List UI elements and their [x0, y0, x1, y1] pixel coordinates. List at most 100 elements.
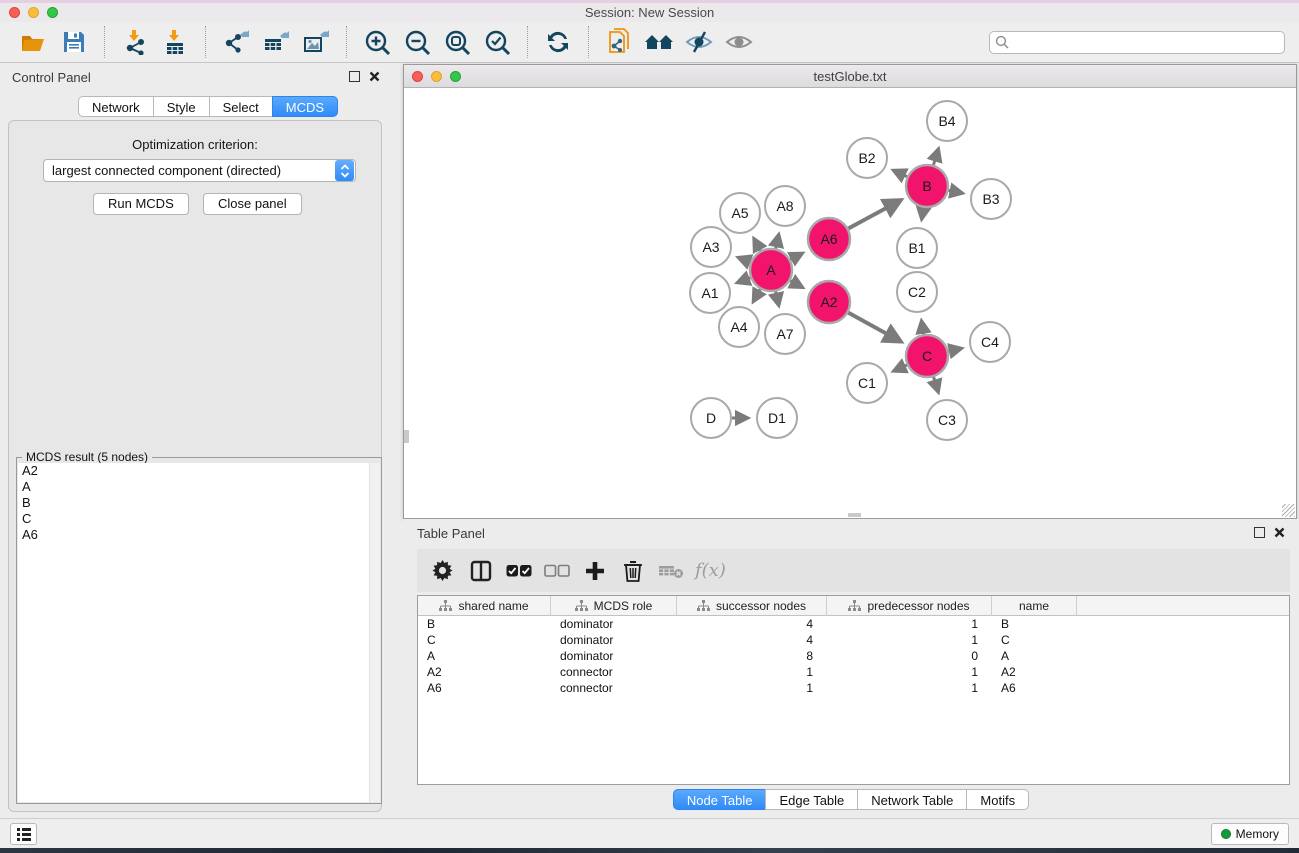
edge-A-A4[interactable] — [753, 289, 760, 302]
node-C2[interactable]: C2 — [897, 272, 937, 312]
result-item[interactable]: C — [18, 511, 370, 527]
show-columns-button[interactable] — [465, 554, 496, 588]
node-A[interactable]: A — [750, 249, 792, 291]
close-window-button[interactable] — [9, 7, 20, 18]
edge-C-C2[interactable] — [921, 321, 923, 335]
edge-B-B1[interactable] — [922, 208, 924, 220]
show-details-button[interactable] — [719, 25, 759, 59]
mcds-result-list[interactable]: A2ABCA6 — [18, 463, 370, 802]
minimize-window-button[interactable] — [28, 7, 39, 18]
edge-C-C1[interactable] — [893, 365, 906, 371]
export-network-button[interactable] — [216, 25, 256, 59]
node-A8[interactable]: A8 — [765, 186, 805, 226]
node-B2[interactable]: B2 — [847, 138, 887, 178]
zoom-selected-button[interactable] — [477, 25, 517, 59]
edge-A6-B[interactable] — [848, 200, 900, 228]
edge-B-B2[interactable] — [893, 170, 907, 176]
delete-column-button[interactable] — [617, 554, 648, 588]
node-C4[interactable]: C4 — [970, 322, 1010, 362]
close-panel-button[interactable]: Close panel — [203, 193, 302, 215]
result-list-scrollbar[interactable] — [369, 463, 380, 802]
network-window-titlebar[interactable]: testGlobe.txt — [404, 65, 1296, 88]
column-header-predecessor-nodes[interactable]: predecessor nodes — [827, 596, 992, 616]
zoom-network-button[interactable] — [450, 71, 461, 82]
memory-button[interactable]: Memory — [1211, 823, 1289, 845]
edge-A-A3[interactable] — [738, 257, 750, 262]
tab-select[interactable]: Select — [209, 96, 272, 117]
export-image-button[interactable] — [296, 25, 336, 59]
tab-node-table[interactable]: Node Table — [673, 789, 766, 810]
tab-network-table[interactable]: Network Table — [857, 789, 966, 810]
open-session-button[interactable] — [14, 25, 54, 59]
node-B4[interactable]: B4 — [927, 101, 967, 141]
search-input[interactable] — [989, 31, 1285, 54]
tab-edge-table[interactable]: Edge Table — [765, 789, 857, 810]
result-item[interactable]: A2 — [18, 463, 370, 479]
node-A6[interactable]: A6 — [808, 218, 850, 260]
apply-layout-button[interactable] — [538, 25, 578, 59]
show-all-button[interactable] — [639, 25, 679, 59]
node-C[interactable]: C — [906, 335, 948, 377]
edge-A-A1[interactable] — [737, 278, 750, 283]
save-session-button[interactable] — [54, 25, 94, 59]
result-item[interactable]: B — [18, 495, 370, 511]
function-builder-button[interactable]: f(x) — [693, 560, 726, 581]
node-B[interactable]: B — [906, 165, 948, 207]
close-panel-icon[interactable] — [369, 71, 380, 82]
import-network-button[interactable] — [115, 25, 155, 59]
minimize-network-button[interactable] — [431, 71, 442, 82]
result-item[interactable]: A — [18, 479, 370, 495]
select-all-button[interactable] — [503, 554, 534, 588]
column-header-successor-nodes[interactable]: successor nodes — [677, 596, 827, 616]
node-D[interactable]: D — [691, 398, 731, 438]
edge-C-C4[interactable] — [948, 348, 961, 351]
table-row[interactable]: A2connector11A2 — [418, 664, 1289, 680]
network-vertical-scrollbar[interactable] — [404, 430, 409, 443]
task-history-button[interactable] — [10, 823, 37, 845]
new-network-button[interactable] — [599, 25, 639, 59]
column-header-MCDS-role[interactable]: MCDS role — [551, 596, 677, 616]
edge-C-C3[interactable] — [934, 377, 939, 392]
node-A1[interactable]: A1 — [690, 273, 730, 313]
table-settings-button[interactable] — [427, 554, 458, 588]
result-item[interactable]: A6 — [18, 527, 370, 543]
node-D1[interactable]: D1 — [757, 398, 797, 438]
node-B1[interactable]: B1 — [897, 228, 937, 268]
import-table-button[interactable] — [155, 25, 195, 59]
column-header-name[interactable]: name — [992, 596, 1077, 616]
tab-network[interactable]: Network — [78, 96, 153, 117]
criterion-select[interactable]: largest connected component (directed) — [43, 159, 356, 182]
edge-B-B4[interactable] — [933, 149, 938, 165]
table-row[interactable]: Cdominator41C — [418, 632, 1289, 648]
node-A2[interactable]: A2 — [808, 281, 850, 323]
edge-A-A6[interactable] — [790, 253, 802, 259]
node-A5[interactable]: A5 — [720, 193, 760, 233]
network-horizontal-scrollbar[interactable] — [848, 513, 861, 517]
edge-A-A2[interactable] — [790, 281, 802, 288]
float-panel-icon[interactable] — [349, 71, 360, 82]
node-A7[interactable]: A7 — [765, 314, 805, 354]
table-row[interactable]: Bdominator41B — [418, 616, 1289, 632]
column-header-shared-name[interactable]: shared name — [418, 596, 551, 616]
edge-B-B3[interactable] — [949, 190, 963, 193]
network-canvas-svg[interactable]: B4B2BB3A8A5A6A3B1AA1C2A2A4A7C4CC1DD1C3 — [404, 88, 1296, 518]
close-network-button[interactable] — [412, 71, 423, 82]
zoom-fit-button[interactable] — [437, 25, 477, 59]
table-row[interactable]: Adominator80A — [418, 648, 1289, 664]
edge-A-A7[interactable] — [776, 291, 779, 305]
edge-A-A5[interactable] — [754, 238, 761, 250]
zoom-in-button[interactable] — [357, 25, 397, 59]
add-column-button[interactable] — [579, 554, 610, 588]
run-mcds-button[interactable]: Run MCDS — [93, 193, 189, 215]
tab-mcds[interactable]: MCDS — [272, 96, 338, 117]
edge-A2-C[interactable] — [848, 313, 900, 342]
hide-details-button[interactable] — [679, 25, 719, 59]
node-B3[interactable]: B3 — [971, 179, 1011, 219]
window-resize-grip[interactable] — [1282, 504, 1295, 517]
zoom-out-button[interactable] — [397, 25, 437, 59]
float-table-panel-icon[interactable] — [1254, 527, 1265, 538]
close-table-panel-icon[interactable] — [1274, 527, 1285, 538]
node-A3[interactable]: A3 — [691, 227, 731, 267]
edge-A-A8[interactable] — [776, 234, 779, 248]
deselect-all-button[interactable] — [541, 554, 572, 588]
